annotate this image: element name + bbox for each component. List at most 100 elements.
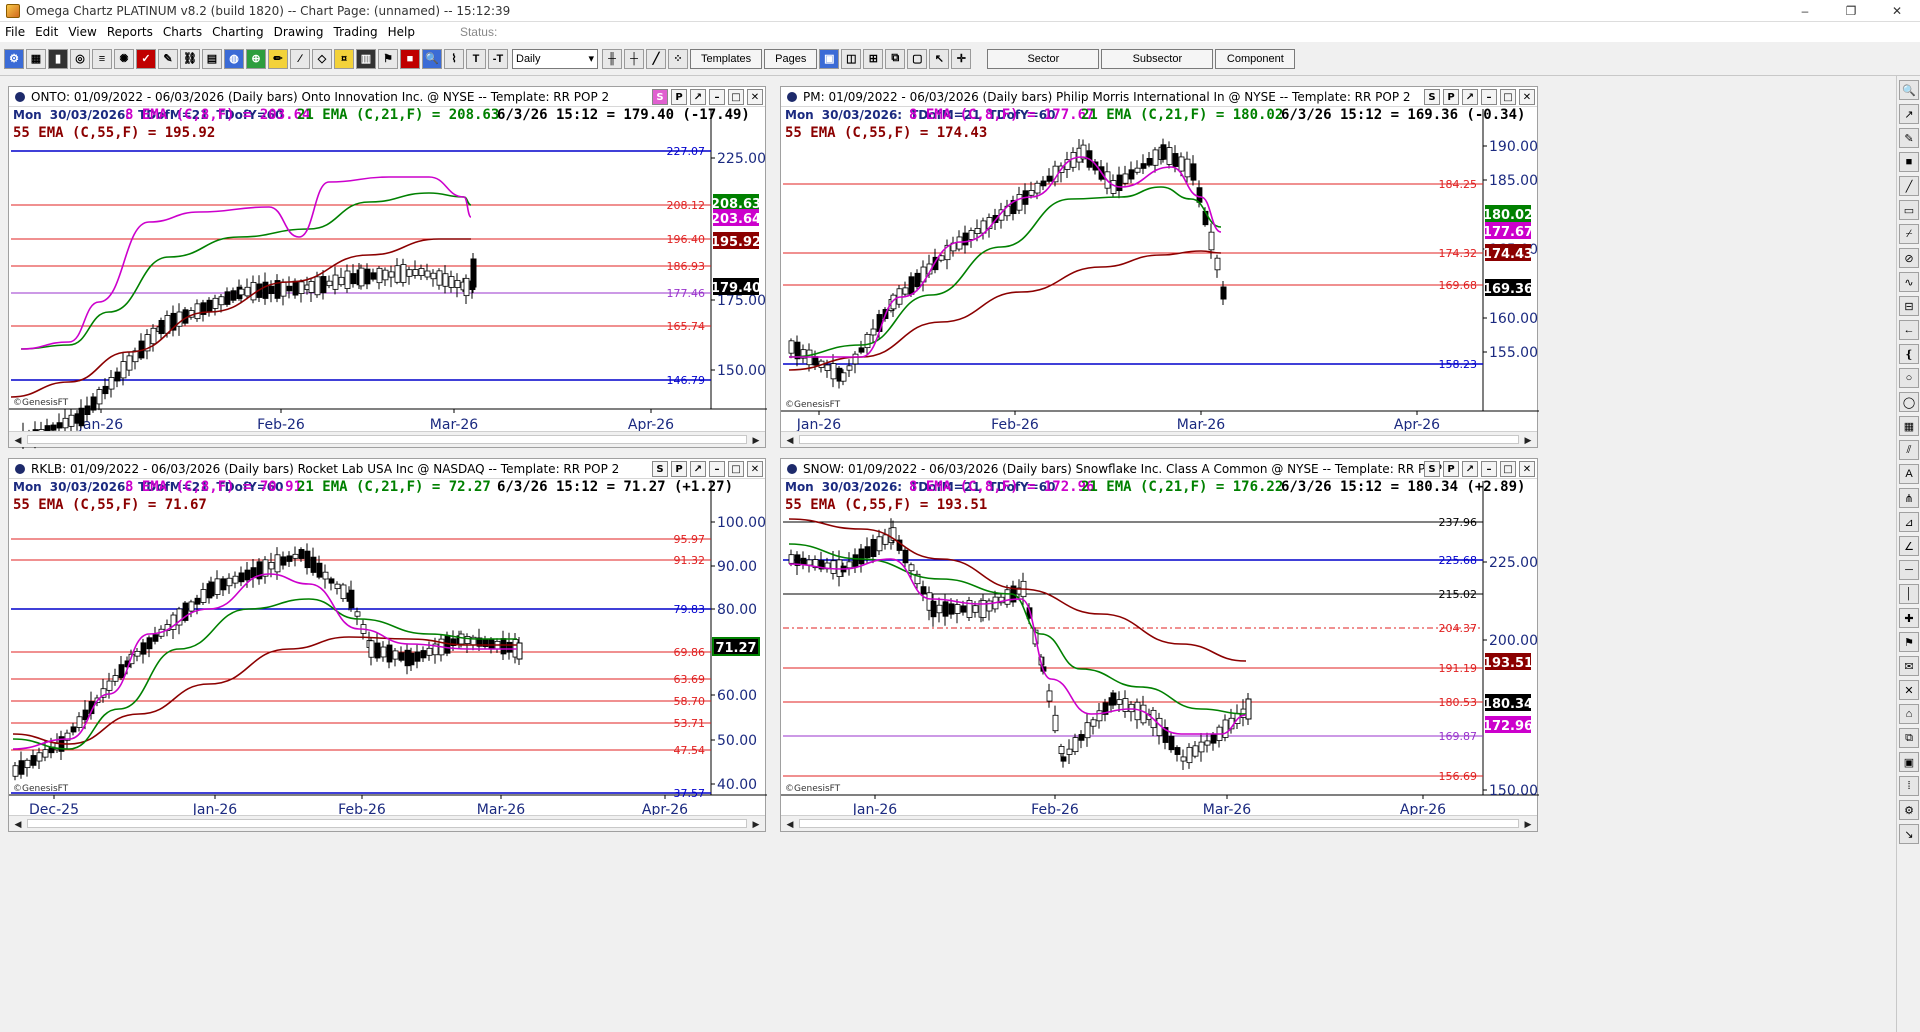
candle-icon[interactable]: ╫	[602, 48, 622, 69]
scroll-thumb[interactable]	[27, 435, 747, 444]
ohlc-icon[interactable]: ┼	[624, 48, 644, 69]
price-chart[interactable]: 8 EMA (C,8,F) = 177.6721 EMA (C,21,F) = …	[781, 87, 1539, 449]
period-select[interactable]: Daily ▾	[512, 48, 598, 69]
circle-icon[interactable]: ○	[1899, 368, 1919, 388]
lock-icon[interactable]: ⌂	[1899, 704, 1919, 724]
tool-icon[interactable]: ✎	[158, 48, 178, 69]
scroll-right-icon[interactable]: ▶	[1521, 433, 1535, 447]
mark-icon[interactable]: ✓	[136, 48, 156, 69]
subsector-button[interactable]: Subsector	[1101, 48, 1214, 69]
menu-file[interactable]: File	[0, 25, 30, 39]
angle-icon[interactable]: ∠	[1899, 536, 1919, 556]
fan-icon[interactable]: ⌿	[1899, 224, 1919, 244]
minus-text-icon[interactable]: -T	[488, 48, 508, 69]
menu-edit[interactable]: Edit	[30, 25, 63, 39]
bars-icon[interactable]: ▥	[356, 48, 376, 69]
dots-icon[interactable]: ⁞	[1899, 776, 1919, 796]
dot-chart-icon[interactable]: ⁘	[668, 48, 688, 69]
note-icon[interactable]: ✉	[1899, 656, 1919, 676]
price-chart[interactable]: 8 EMA (C,8,F) = 70.9121 EMA (C,21,F) = 7…	[9, 459, 767, 833]
marker-icon[interactable]: ⚑	[1899, 632, 1919, 652]
menu-trading[interactable]: Trading	[329, 25, 383, 39]
pencil-icon[interactable]: ✎	[1899, 128, 1919, 148]
chart-panel-snow[interactable]: SNOW: 01/09/2022 - 06/03/2026 (Daily bar…	[780, 458, 1539, 833]
flag-icon[interactable]: ⚑	[378, 48, 398, 69]
component-button[interactable]: Component	[1215, 48, 1296, 69]
text-icon[interactable]: A	[1899, 464, 1919, 484]
target-icon[interactable]: ◎	[70, 48, 90, 69]
scroll-right-icon[interactable]: ▶	[1521, 817, 1535, 831]
split-icon[interactable]: ◫	[841, 48, 862, 69]
menu-charting[interactable]: Charting	[207, 25, 269, 39]
trend-icon[interactable]: ↘	[1899, 824, 1919, 844]
chart-icon[interactable]: ▮	[48, 48, 68, 69]
close-button[interactable]: ✕	[1874, 0, 1920, 22]
templates-button[interactable]: Templates	[690, 48, 763, 69]
vline-icon[interactable]: │	[1899, 584, 1919, 604]
measure-icon[interactable]: ⊿	[1899, 512, 1919, 532]
scroll-left-icon[interactable]: ◀	[11, 817, 25, 831]
window-icon[interactable]: ▢	[907, 48, 928, 69]
chart-panel-rklb[interactable]: RKLB: 01/09/2022 - 06/03/2026 (Daily bar…	[8, 458, 767, 833]
link-icon[interactable]: ⛓	[180, 48, 200, 69]
chart-line-icon[interactable]: ⌇	[444, 48, 464, 69]
menu-view[interactable]: View	[63, 25, 101, 39]
chart-panel-onto[interactable]: ONTO: 01/09/2022 - 06/03/2026 (Daily bar…	[8, 86, 767, 449]
scroll-thumb[interactable]	[799, 819, 1519, 828]
menu-charts[interactable]: Charts	[158, 25, 207, 39]
horizontal-scrollbar[interactable]: ◀ ▶	[781, 815, 1537, 831]
pencil-icon[interactable]: ✏	[268, 48, 288, 69]
box-icon[interactable]: ▭	[1899, 200, 1919, 220]
copy-icon[interactable]: ⧉	[1899, 728, 1919, 748]
grid-icon[interactable]: ▦	[26, 48, 46, 69]
pointer-icon[interactable]: ↖	[929, 48, 950, 69]
stop-icon[interactable]: ■	[1899, 152, 1919, 172]
coin-icon[interactable]: ¤	[334, 48, 354, 69]
layout-icon[interactable]: ▣	[819, 48, 840, 69]
delete-icon[interactable]: ✕	[1899, 680, 1919, 700]
price-chart[interactable]: 8 EMA (C,8,F) = 172.9621 EMA (C,21,F) = …	[781, 459, 1539, 833]
horizontal-scrollbar[interactable]: ◀ ▶	[9, 815, 765, 831]
cycle-icon[interactable]: ⊘	[1899, 248, 1919, 268]
line-icon[interactable]: ╱	[1899, 176, 1919, 196]
magnify-icon[interactable]: 🔍	[1899, 80, 1919, 100]
menu-drawing[interactable]: Drawing	[269, 25, 329, 39]
channel-icon[interactable]: ⫽	[1899, 440, 1919, 460]
hline-icon[interactable]: ─	[1899, 560, 1919, 580]
minimize-button[interactable]: –	[1782, 0, 1828, 22]
scroll-left-icon[interactable]: ◀	[783, 433, 797, 447]
chart-panel-pm[interactable]: PM: 01/09/2022 - 06/03/2026 (Daily bars)…	[780, 86, 1539, 449]
arrow-icon[interactable]: ↗	[1899, 104, 1919, 124]
horizontal-scrollbar[interactable]: ◀ ▶	[9, 431, 765, 447]
scroll-left-icon[interactable]: ◀	[11, 433, 25, 447]
report-icon[interactable]: ≡	[92, 48, 112, 69]
stop-icon[interactable]: ■	[400, 48, 420, 69]
ruler-icon[interactable]: ⊟	[1899, 296, 1919, 316]
gear-icon[interactable]: ⚙	[1899, 800, 1919, 820]
line-tool-icon[interactable]: ∕	[290, 48, 310, 69]
scroll-right-icon[interactable]: ▶	[749, 817, 763, 831]
wave-icon[interactable]: ∿	[1899, 272, 1919, 292]
sector-button[interactable]: Sector	[987, 48, 1100, 69]
book-icon[interactable]: ▤	[202, 48, 222, 69]
scroll-right-icon[interactable]: ▶	[749, 433, 763, 447]
horizontal-scrollbar[interactable]: ◀ ▶	[781, 431, 1537, 447]
open-icon[interactable]: ⚙	[4, 48, 24, 69]
fork-icon[interactable]: ⋔	[1899, 488, 1919, 508]
pages-button[interactable]: Pages	[764, 48, 818, 69]
cascade-icon[interactable]: ⧉	[885, 48, 906, 69]
scroll-thumb[interactable]	[27, 819, 747, 828]
menu-reports[interactable]: Reports	[102, 25, 158, 39]
shape-icon[interactable]: ◇	[312, 48, 332, 69]
scan-icon[interactable]: ⊕	[246, 48, 266, 69]
text-tool-icon[interactable]: T	[466, 48, 486, 69]
price-chart[interactable]: 8 EMA (C,8,F) = 203.6421 EMA (C,21,F) = …	[9, 87, 767, 449]
ellipse-icon[interactable]: ◯	[1899, 392, 1919, 412]
restore-button[interactable]: ❐	[1828, 0, 1874, 22]
line-chart-icon[interactable]: ╱	[646, 48, 666, 69]
grid-icon[interactable]: ▦	[1899, 416, 1919, 436]
arrow-left-icon[interactable]: ←	[1899, 320, 1919, 340]
menu-help[interactable]: Help	[383, 25, 420, 39]
paste-icon[interactable]: ▣	[1899, 752, 1919, 772]
tile-icon[interactable]: ⊞	[863, 48, 884, 69]
